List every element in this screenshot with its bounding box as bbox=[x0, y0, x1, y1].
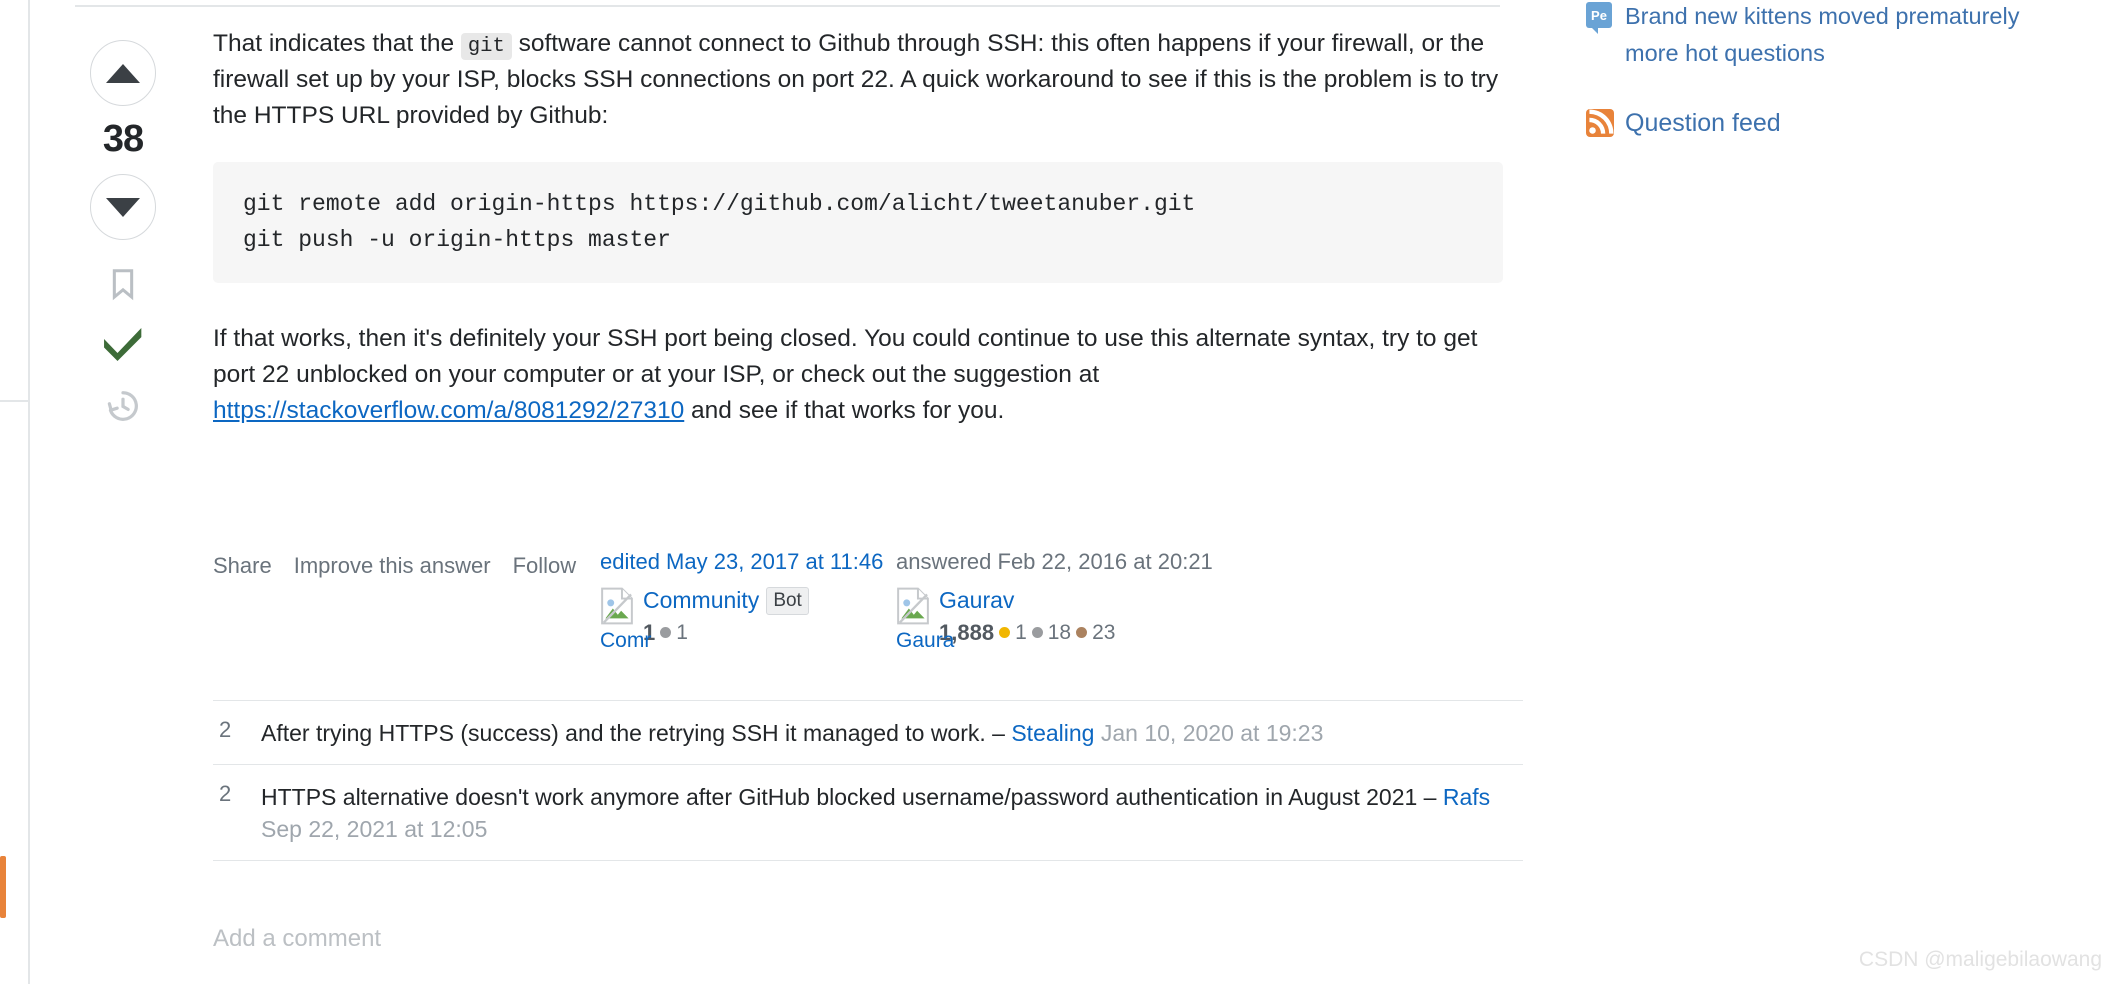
comment-date: Jan 10, 2020 at 19:23 bbox=[1094, 720, 1324, 746]
gold-badge-dot-icon bbox=[999, 627, 1011, 639]
left-rail-divider bbox=[0, 400, 28, 402]
upvote-button[interactable] bbox=[90, 40, 156, 106]
post-actions: Share Improve this answer Follow bbox=[213, 553, 598, 579]
right-sidebar: Pe Brand new kittens moved prematurely m… bbox=[1586, 0, 2120, 138]
vote-cell: 38 bbox=[75, 40, 171, 428]
comments-list: 2 After trying HTTPS (success) and the r… bbox=[213, 700, 1523, 861]
more-hot-questions-link[interactable]: more hot questions bbox=[1625, 37, 2120, 70]
rss-feed-icon bbox=[1586, 109, 1614, 138]
answered-timestamp: answered Feb 22, 2016 at 20:21 bbox=[896, 549, 1213, 574]
left-accent-marker bbox=[0, 856, 6, 918]
answered-bronze-count: 23 bbox=[1092, 620, 1116, 644]
hot-question-link[interactable]: Brand new kittens moved prematurely bbox=[1625, 0, 2019, 33]
inline-code-git: git bbox=[460, 33, 512, 60]
answered-username-label: Gaurav bbox=[939, 587, 1015, 613]
answered-user-row: Gaura Gaurav 1,888 1 18 23 bbox=[896, 587, 1296, 652]
answered-user-details: Gaurav 1,888 1 18 23 bbox=[939, 587, 1115, 646]
improve-answer-button[interactable]: Improve this answer bbox=[294, 553, 491, 579]
post-meta-row: Share Improve this answer Follow edited … bbox=[213, 545, 1503, 665]
rss-waves-icon bbox=[1589, 109, 1614, 134]
stackexchange-site-badge-icon: Pe bbox=[1586, 2, 1612, 34]
comment-text: After trying HTTPS (success) and the ret… bbox=[261, 720, 1012, 746]
hot-question-item[interactable]: Pe Brand new kittens moved prematurely bbox=[1586, 0, 2120, 34]
broken-image-icon: Gaura bbox=[896, 587, 954, 652]
downvote-arrow-icon bbox=[106, 197, 140, 217]
comment-row: 2 After trying HTTPS (success) and the r… bbox=[213, 701, 1523, 764]
share-button[interactable]: Share bbox=[213, 553, 272, 579]
comment-divider bbox=[213, 859, 1523, 861]
answer-paragraph-2: If that works, then it's definitely your… bbox=[213, 321, 1503, 429]
bot-badge: Bot bbox=[766, 587, 809, 615]
comment-score: 2 bbox=[219, 780, 232, 806]
left-rail-line-lower bbox=[28, 402, 30, 984]
edited-username-label: Community bbox=[643, 587, 760, 614]
accepted-check-icon bbox=[104, 327, 142, 361]
left-rail-line bbox=[28, 0, 30, 402]
upvote-arrow-icon bbox=[106, 63, 140, 83]
edited-user-details: Community Bot 1 1 bbox=[643, 587, 809, 646]
bookmark-button[interactable] bbox=[101, 262, 145, 306]
broken-image-icon: Comr bbox=[600, 587, 651, 652]
question-feed-link[interactable]: Question feed bbox=[1625, 109, 1781, 138]
comment-text: HTTPS alternative doesn't work anymore a… bbox=[261, 783, 1443, 810]
edited-reputation-row: 1 1 bbox=[643, 620, 809, 646]
bronze-badge-dot-icon bbox=[1076, 627, 1088, 639]
vote-count: 38 bbox=[102, 118, 144, 160]
comment-row: 2 HTTPS alternative doesn't work anymore… bbox=[213, 765, 1523, 860]
answered-avatar-alt-text: Gaura bbox=[896, 629, 955, 652]
stackoverflow-answer-link[interactable]: https://stackoverflow.com/a/8081292/2731… bbox=[213, 397, 684, 424]
csdn-watermark: CSDN @maligebilaowang bbox=[1858, 948, 2102, 971]
answer-post: 38 That indicates that the git software … bbox=[75, 0, 1523, 984]
edited-silver-count: 1 bbox=[676, 620, 688, 644]
answered-gold-count: 1 bbox=[1015, 620, 1027, 644]
post-history-button[interactable] bbox=[101, 384, 145, 428]
code-block-content: git remote add origin-https https://gith… bbox=[243, 191, 1196, 254]
paragraph-1-text-before: That indicates that the bbox=[213, 30, 461, 57]
question-feed-row[interactable]: Question feed bbox=[1586, 109, 2120, 138]
answer-paragraph-1: That indicates that the git software can… bbox=[213, 26, 1503, 134]
history-clock-icon bbox=[107, 391, 138, 421]
comment-body: After trying HTTPS (success) and the ret… bbox=[261, 717, 1523, 750]
bookmark-icon bbox=[112, 268, 134, 300]
paragraph-2-text-before: If that works, then it's definitely your… bbox=[213, 324, 1478, 388]
accepted-answer-indicator[interactable] bbox=[101, 320, 145, 364]
answered-username[interactable]: Gaurav bbox=[939, 587, 1115, 615]
post-top-divider bbox=[75, 5, 1500, 7]
answered-reputation-row: 1,888 1 18 23 bbox=[939, 620, 1115, 646]
comment-score: 2 bbox=[219, 717, 232, 742]
broken-image-placeholder-icon bbox=[897, 587, 929, 625]
comment-author[interactable]: Rafs bbox=[1443, 784, 1490, 810]
edited-username[interactable]: Community Bot bbox=[643, 587, 809, 615]
paragraph-2-text-after: and see if that works for you. bbox=[684, 396, 1005, 424]
answered-user-card: answered Feb 22, 2016 at 20:21 Gaura Gau… bbox=[896, 545, 1296, 652]
comment-date: Sep 22, 2021 at 12:05 bbox=[261, 816, 488, 843]
silver-badge-dot-icon bbox=[1031, 627, 1043, 639]
comment-body: HTTPS alternative doesn't work anymore a… bbox=[261, 781, 1523, 846]
add-comment-link[interactable]: Add a comment bbox=[213, 925, 381, 953]
downvote-button[interactable] bbox=[90, 174, 156, 240]
code-block[interactable]: git remote add origin-https https://gith… bbox=[213, 162, 1503, 283]
follow-button[interactable]: Follow bbox=[513, 553, 577, 579]
comment-author[interactable]: Stealing bbox=[1011, 720, 1094, 746]
broken-image-placeholder-icon bbox=[601, 587, 633, 625]
answered-silver-count: 18 bbox=[1047, 620, 1072, 644]
edited-avatar-alt-text: Comr bbox=[600, 629, 652, 652]
answer-body: That indicates that the git software can… bbox=[213, 26, 1503, 457]
